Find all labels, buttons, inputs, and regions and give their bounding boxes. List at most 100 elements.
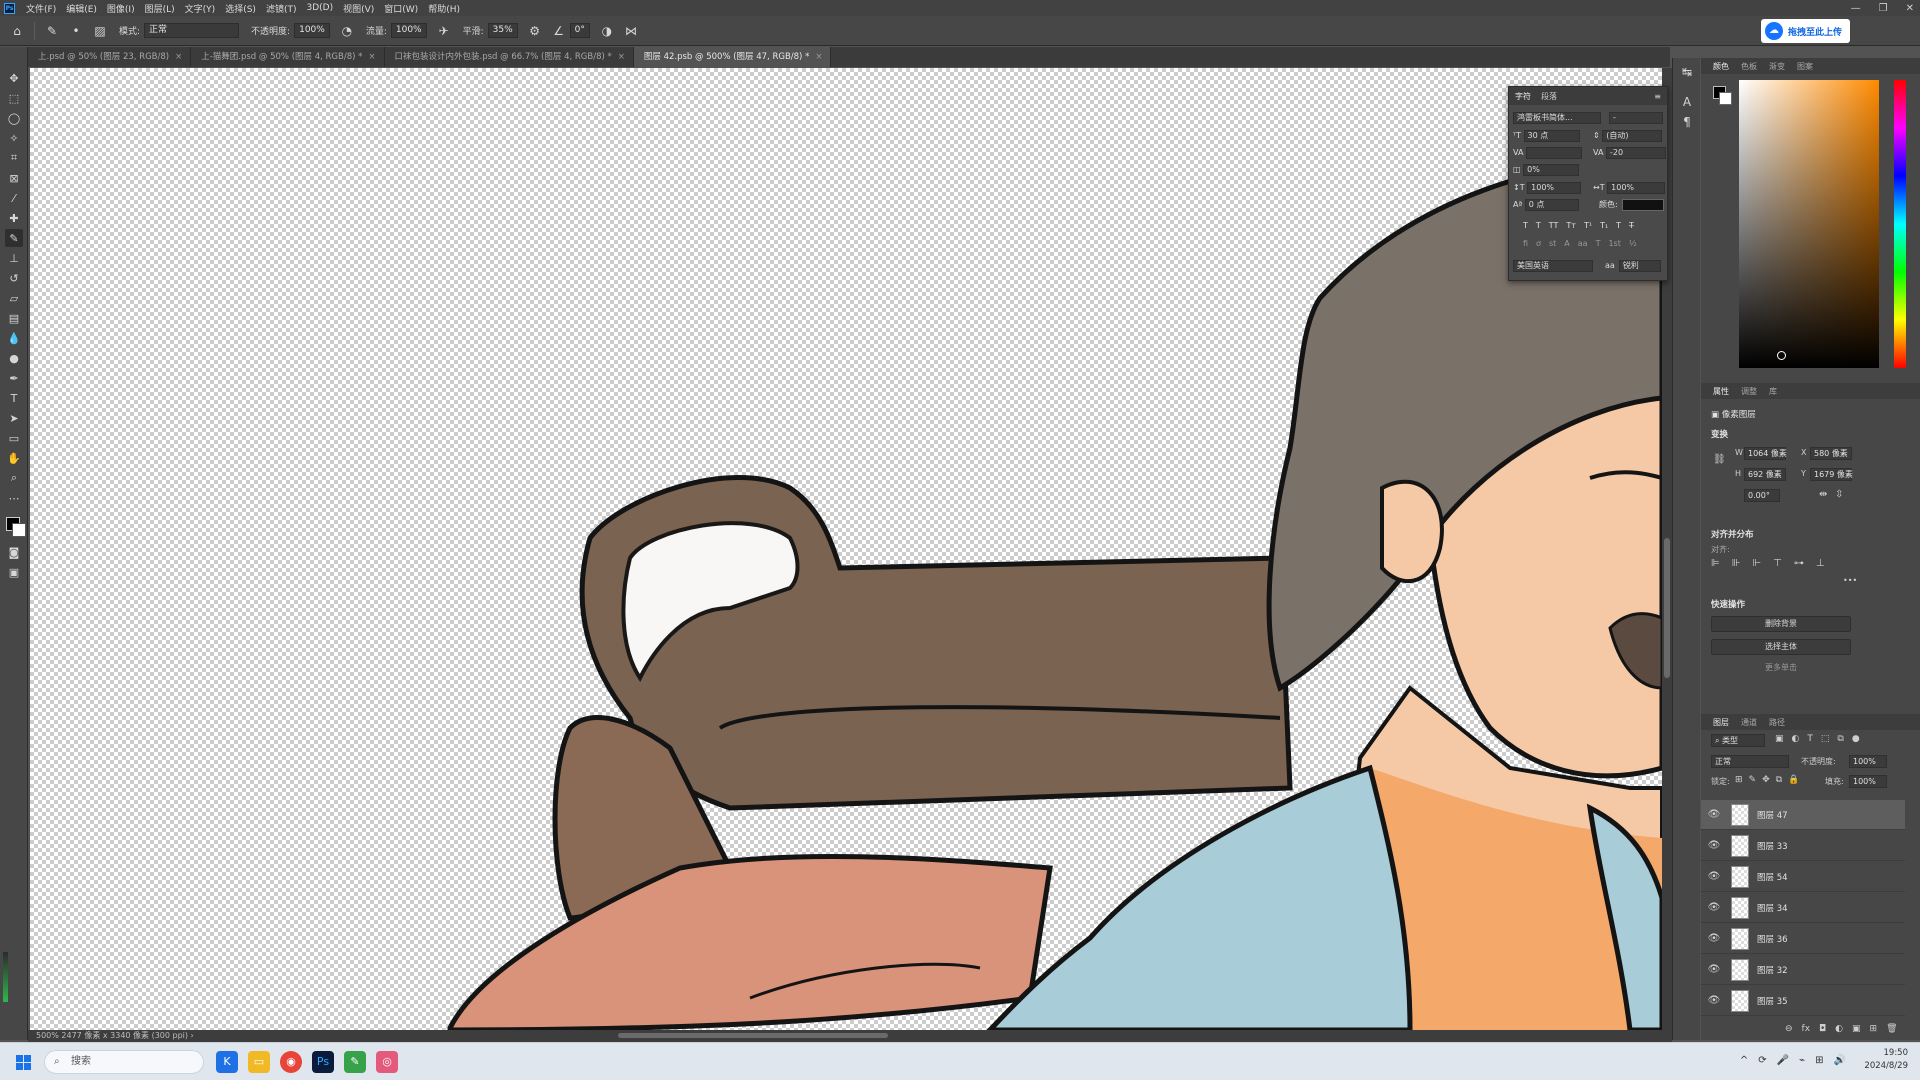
marquee-tool-icon[interactable]: ⬚ bbox=[5, 89, 23, 107]
dodge-tool-icon[interactable]: ● bbox=[5, 349, 23, 367]
tab-layers[interactable]: 图层 bbox=[1713, 717, 1729, 728]
blend-mode-select[interactable]: 正常 bbox=[1711, 755, 1789, 768]
faux-bold-button[interactable]: T bbox=[1523, 221, 1528, 230]
frame-tool-icon[interactable]: ⊠ bbox=[5, 169, 23, 187]
fractions-button[interactable]: ½ bbox=[1629, 239, 1637, 248]
lock-pixels-icon[interactable]: ✎ bbox=[1749, 775, 1757, 785]
swash-button[interactable]: A bbox=[1564, 239, 1569, 248]
eyedropper-tool-icon[interactable]: ⁄ bbox=[5, 189, 23, 207]
visibility-eye-icon[interactable]: 👁 bbox=[1701, 902, 1727, 913]
titling-button[interactable]: aa bbox=[1578, 239, 1588, 248]
filter-shape-icon[interactable]: ⬚ bbox=[1821, 734, 1830, 744]
width-field[interactable]: 1064 像素 bbox=[1744, 447, 1787, 460]
move-tool-icon[interactable]: ✥ bbox=[5, 69, 23, 87]
menu-window[interactable]: 窗口(W) bbox=[379, 2, 423, 15]
brush-settings-icon[interactable]: ▨ bbox=[93, 24, 107, 38]
clone-stamp-tool-icon[interactable]: ⊥ bbox=[5, 249, 23, 267]
subscript-button[interactable]: T₁ bbox=[1600, 221, 1608, 230]
taskbar-search[interactable]: ⌕ 搜索 bbox=[44, 1050, 204, 1074]
adjustment-layer-icon[interactable]: ◐ bbox=[1835, 1024, 1843, 1034]
new-layer-icon[interactable]: ⊞ bbox=[1870, 1024, 1878, 1034]
color-picker-cursor[interactable] bbox=[1777, 351, 1786, 360]
tray-overflow-icon[interactable]: ^ bbox=[1740, 1055, 1748, 1066]
menu-3d[interactable]: 3D(D) bbox=[301, 3, 338, 13]
smoothing-field[interactable]: 35% bbox=[487, 23, 518, 38]
contextual-alternates-button[interactable]: T bbox=[1596, 239, 1601, 248]
leading-field[interactable]: (自动) bbox=[1602, 129, 1663, 142]
menu-view[interactable]: 视图(V) bbox=[338, 2, 379, 15]
transform-section-title[interactable]: 变换 bbox=[1711, 428, 1728, 440]
kerning-field[interactable] bbox=[1525, 146, 1582, 159]
filter-pixel-icon[interactable]: ▣ bbox=[1775, 734, 1784, 744]
stylistic-alternates-button[interactable]: st bbox=[1549, 239, 1556, 248]
close-icon[interactable]: × bbox=[368, 47, 375, 67]
gradient-tool-icon[interactable]: ▤ bbox=[5, 309, 23, 327]
layer-row[interactable]: 👁 图层 32 bbox=[1701, 955, 1905, 985]
tab-color[interactable]: 颜色 bbox=[1713, 61, 1729, 72]
layer-row[interactable]: 👁 图层 47 bbox=[1701, 800, 1905, 830]
lock-position-icon[interactable]: ✥ bbox=[1762, 775, 1770, 785]
panel-menu-icon[interactable]: ≡ bbox=[1654, 92, 1661, 101]
all-caps-button[interactable]: TT bbox=[1549, 221, 1559, 230]
tab-patterns[interactable]: 图案 bbox=[1797, 61, 1813, 72]
filter-type-icon[interactable]: T bbox=[1807, 734, 1813, 744]
layer-row[interactable]: 👁 图层 54 bbox=[1701, 862, 1905, 892]
doc-tab[interactable]: 上.psd @ 50% (图层 23, RGB/8) × bbox=[28, 47, 192, 67]
font-style-select[interactable]: - bbox=[1609, 111, 1663, 124]
photoshop-taskbar-icon[interactable]: Ps bbox=[312, 1051, 334, 1073]
rectangle-tool-icon[interactable]: ▭ bbox=[5, 429, 23, 447]
link-layers-icon[interactable]: ⊖ bbox=[1785, 1024, 1793, 1034]
align-left-icon[interactable]: ⊫ bbox=[1711, 558, 1720, 569]
k-app-icon[interactable]: K bbox=[216, 1051, 238, 1073]
add-mask-icon[interactable]: ◘ bbox=[1819, 1024, 1826, 1034]
screen-mode-icon[interactable]: ▣ bbox=[5, 563, 23, 581]
quick-actions-title[interactable]: 快速操作 bbox=[1711, 598, 1745, 610]
trash-icon[interactable]: 🗑 bbox=[1886, 1024, 1897, 1034]
doc-tab-active[interactable]: 图层 42.psb @ 500% (图层 47, RGB/8) * × bbox=[633, 47, 832, 67]
pen-icon[interactable]: ⌁ bbox=[1799, 1055, 1805, 1066]
align-right-icon[interactable]: ⊩ bbox=[1752, 558, 1761, 569]
angle-field[interactable]: 0.00° bbox=[1744, 489, 1780, 502]
brush-tool-icon[interactable]: ✎ bbox=[45, 24, 59, 38]
document-canvas[interactable] bbox=[30, 68, 1662, 1030]
tab-paths[interactable]: 路径 bbox=[1769, 717, 1785, 728]
x-field[interactable]: 580 像素 bbox=[1810, 447, 1852, 460]
crop-tool-icon[interactable]: ⌗ bbox=[5, 149, 23, 167]
airbrush-icon[interactable]: ✈ bbox=[437, 24, 451, 38]
clock[interactable]: 19:50 2024/8/29 bbox=[1864, 1047, 1908, 1073]
menu-file[interactable]: 文件(F) bbox=[21, 2, 61, 15]
blur-tool-icon[interactable]: 💧 bbox=[5, 329, 23, 347]
mode-select[interactable]: 正常 bbox=[144, 23, 240, 38]
close-icon[interactable]: × bbox=[815, 47, 822, 67]
tray-sync-icon[interactable]: ⟳ bbox=[1758, 1055, 1766, 1066]
network-icon[interactable]: ⊞ bbox=[1815, 1055, 1823, 1066]
tsume-field[interactable]: 0% bbox=[1523, 163, 1580, 176]
language-select[interactable]: 美国英语 bbox=[1513, 259, 1593, 272]
filter-smart-object-icon[interactable]: ⧉ bbox=[1837, 734, 1843, 744]
symmetry-icon[interactable]: ⋈ bbox=[624, 24, 638, 38]
hand-tool-icon[interactable]: ✋ bbox=[5, 449, 23, 467]
eraser-tool-icon[interactable]: ▱ bbox=[5, 289, 23, 307]
windows-start-icon[interactable] bbox=[16, 1055, 31, 1070]
vertical-scale-field[interactable]: 100% bbox=[1527, 181, 1582, 194]
select-subject-button[interactable]: 选择主体 bbox=[1711, 639, 1851, 655]
green-app-icon[interactable]: ✎ bbox=[344, 1051, 366, 1073]
close-window-button[interactable]: ✕ bbox=[1906, 3, 1914, 14]
filter-adjustment-icon[interactable]: ◐ bbox=[1792, 734, 1800, 744]
hue-slider[interactable] bbox=[1894, 80, 1906, 368]
tab-properties[interactable]: 属性 bbox=[1713, 386, 1729, 397]
character-panel-icon[interactable]: A bbox=[1679, 94, 1695, 110]
layer-filter-select[interactable]: ⌕ 类型 bbox=[1711, 734, 1765, 747]
fx-icon[interactable]: fx bbox=[1802, 1024, 1811, 1034]
align-middle-icon[interactable]: ⊶ bbox=[1794, 558, 1804, 569]
close-icon[interactable]: × bbox=[618, 47, 625, 67]
menu-edit[interactable]: 编辑(E) bbox=[61, 2, 102, 15]
tab-swatches[interactable]: 色板 bbox=[1741, 61, 1757, 72]
history-brush-tool-icon[interactable]: ↺ bbox=[5, 269, 23, 287]
restore-button[interactable]: ❐ bbox=[1879, 3, 1888, 14]
close-icon[interactable]: × bbox=[175, 47, 182, 67]
file-explorer-icon[interactable]: ▭ bbox=[248, 1051, 270, 1073]
background-color-swatch[interactable] bbox=[12, 523, 26, 537]
pressure-opacity-icon[interactable]: ◔ bbox=[340, 24, 354, 38]
menu-help[interactable]: 帮助(H) bbox=[423, 2, 465, 15]
